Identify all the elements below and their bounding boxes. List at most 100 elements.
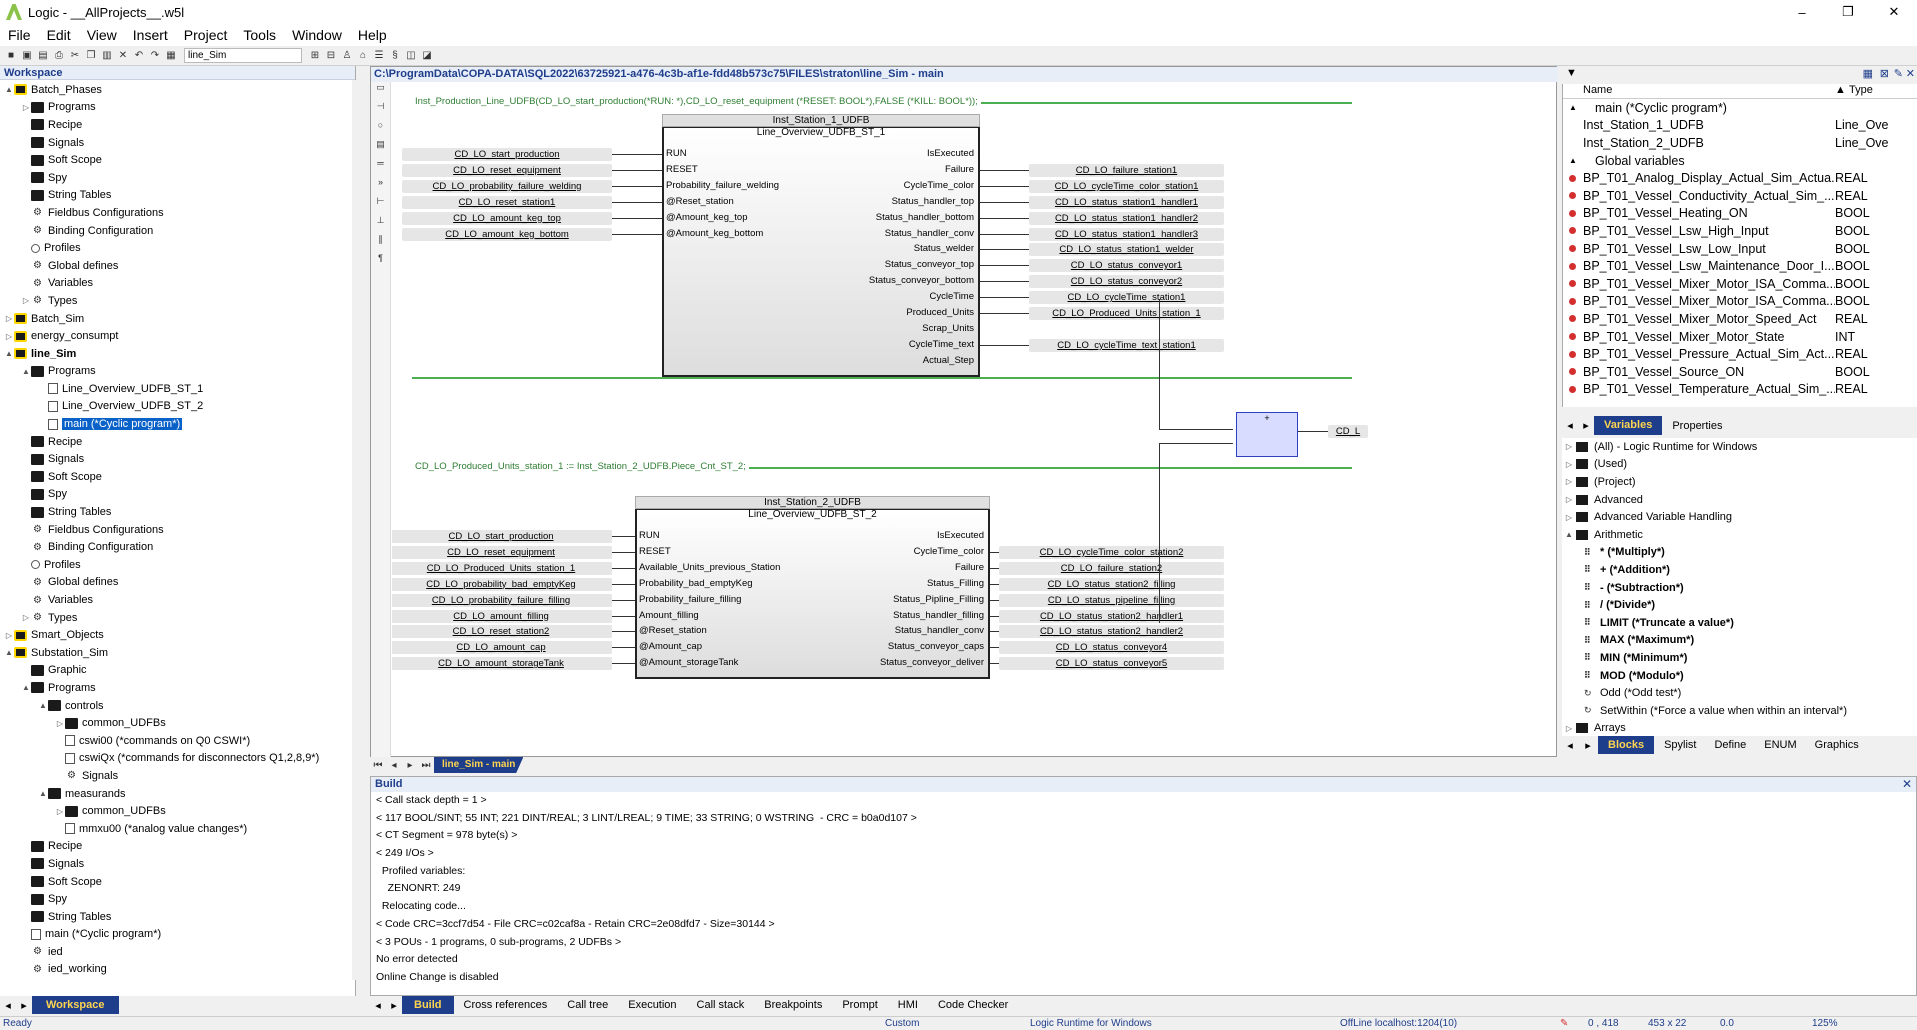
close-build-icon[interactable]: ✕: [1902, 777, 1912, 791]
library-item[interactable]: ▷ (All) - Logic Runtime for Windows: [1562, 438, 1917, 456]
variable-row[interactable]: BP_T01_Vessel_Mixer_Motor_Speed_Act REAL: [1563, 310, 1917, 328]
tab-breakpoints[interactable]: Breakpoints: [754, 999, 832, 1011]
variable-row[interactable]: Inst_Station_2_UDFB Line_Ove: [1563, 134, 1917, 152]
close-button[interactable]: ✕: [1871, 0, 1917, 24]
input-variable[interactable]: CD_LO_Produced_Units_station_1: [392, 561, 612, 575]
variable-row[interactable]: ▲ main (*Cyclic program*): [1563, 99, 1917, 117]
tree-item[interactable]: ⚙ Signals: [0, 767, 352, 785]
tree-item[interactable]: ⚙ ied: [0, 943, 352, 961]
input-variable[interactable]: CD_LO_probability_failure_welding: [402, 179, 612, 193]
library-item[interactable]: ▲ Arithmetic: [1562, 526, 1917, 544]
tab-hmi[interactable]: HMI: [888, 999, 928, 1011]
col-name[interactable]: Name: [1563, 84, 1835, 98]
input-pin[interactable]: @Amount_keg_bottom: [666, 228, 763, 239]
output-pin[interactable]: Status_handler_conv: [895, 625, 984, 636]
last-tab-icon[interactable]: ⏭: [418, 760, 434, 771]
output-variable[interactable]: CD_LO_failure_station2: [999, 561, 1224, 575]
tree-item[interactable]: ⚙ Binding Configuration: [0, 222, 352, 240]
output-variable[interactable]: CD_LO_status_station2_handler2: [999, 625, 1224, 639]
variable-row[interactable]: BP_T01_Analog_Display_Actual_Sim_Actua..…: [1563, 169, 1917, 187]
rung-3-statement[interactable]: CD_LO_Produced_Units_station_1 := Inst_S…: [412, 461, 749, 472]
library-item[interactable]: ⠿ MOD (*Modulo*): [1562, 667, 1917, 685]
library-item[interactable]: ▷ Advanced: [1562, 491, 1917, 509]
parallel-tool-icon[interactable]: ∥: [371, 234, 390, 253]
tree-item[interactable]: ⚙ ied_working: [0, 961, 352, 979]
output-pin[interactable]: CycleTime_color: [904, 180, 974, 191]
expand-toggle-icon[interactable]: ▲: [38, 701, 48, 710]
output-variable[interactable]: CD_LO_status_conveyor5: [999, 657, 1224, 671]
expand-toggle-icon[interactable]: ▷: [1562, 477, 1576, 486]
tree-item[interactable]: Soft Scope: [0, 873, 352, 891]
input-variable[interactable]: CD_LO_reset_station2: [392, 625, 612, 639]
input-variable[interactable]: CD_LO_reset_equipment: [392, 545, 612, 559]
expand-toggle-icon[interactable]: ▷: [4, 332, 14, 341]
output-variable[interactable]: CD_LO_status_station1_handler3: [1029, 227, 1224, 241]
prev-icon[interactable]: ◂: [1562, 739, 1578, 752]
input-pin[interactable]: Probability_failure_filling: [639, 594, 741, 605]
prev-icon[interactable]: ◂: [1562, 419, 1578, 432]
output-pin[interactable]: CycleTime_text: [909, 339, 974, 350]
output-variable[interactable]: CD_LO_status_station2_handler1: [999, 609, 1224, 623]
prev-icon[interactable]: ◂: [0, 999, 16, 1012]
output-variable[interactable]: CD_LO_status_station2_filling: [999, 577, 1224, 591]
output-pin[interactable]: CycleTime: [929, 291, 974, 302]
redo-icon[interactable]: ↷: [148, 49, 162, 63]
output-pin[interactable]: Status_conveyor_caps: [888, 641, 984, 652]
output-pin[interactable]: Status_handler_top: [892, 196, 974, 207]
output-pin[interactable]: Scrap_Units: [922, 323, 974, 334]
tree-item[interactable]: ▲ Substation_Sim: [0, 644, 352, 662]
sort-icon[interactable]: ▲: [1835, 84, 1846, 98]
menu-window[interactable]: Window: [284, 27, 350, 43]
expand-toggle-icon[interactable]: ▷: [1562, 442, 1576, 451]
input-variable[interactable]: CD_LO_amount_keg_bottom: [402, 227, 612, 241]
prev-tab-icon[interactable]: ◂: [386, 760, 402, 771]
menu-edit[interactable]: Edit: [39, 27, 79, 43]
block-tool-icon[interactable]: ▤: [371, 139, 390, 158]
variable-row[interactable]: Inst_Station_1_UDFB Line_Ove: [1563, 117, 1917, 135]
edit-icon[interactable]: ✎: [1894, 67, 1903, 80]
expand-toggle-icon[interactable]: ▲: [4, 85, 14, 94]
tree-item[interactable]: ▷ ⚙ Types: [0, 609, 352, 627]
var-tool-icon[interactable]: ⊥: [371, 215, 390, 234]
expand-toggle-icon[interactable]: ▲: [1569, 103, 1577, 112]
output-variable[interactable]: CD_LO_cycleTime_station1: [1029, 291, 1224, 305]
defines-icon[interactable]: §: [388, 49, 402, 63]
tree-item[interactable]: Recipe: [0, 116, 352, 134]
list-icon[interactable]: ☰: [372, 49, 386, 63]
library-item[interactable]: ⠿ - (*Subtraction*): [1562, 579, 1917, 597]
tree-item[interactable]: String Tables: [0, 908, 352, 926]
first-tab-icon[interactable]: ⏮: [370, 760, 386, 771]
variable-row[interactable]: BP_T01_Vessel_Conductivity_Actual_Sim_..…: [1563, 187, 1917, 205]
library-item[interactable]: ⠿ / (*Divide*): [1562, 596, 1917, 614]
input-variable[interactable]: CD_LO_probability_bad_emptyKeg: [392, 577, 612, 591]
tree-item[interactable]: ▲ Programs: [0, 363, 352, 381]
menu-project[interactable]: Project: [176, 27, 236, 43]
tree-item[interactable]: ▲ Programs: [0, 679, 352, 697]
output-pin[interactable]: CycleTime_color: [914, 546, 984, 557]
output-variable[interactable]: CD_LO_status_conveyor4: [999, 641, 1224, 655]
output-pin[interactable]: IsExecuted: [927, 148, 974, 159]
prev-icon[interactable]: ◂: [370, 999, 386, 1012]
library-item[interactable]: ⠿ MAX (*Maximum*): [1562, 632, 1917, 650]
output-pin[interactable]: IsExecuted: [937, 530, 984, 541]
variable-row[interactable]: BP_T01_Vessel_Mixer_Motor_State INT: [1563, 328, 1917, 346]
cut-icon[interactable]: ✂: [68, 49, 82, 63]
output-variable[interactable]: CD_LO_cycleTime_text_station1: [1029, 338, 1224, 352]
menu-view[interactable]: View: [79, 27, 125, 43]
expand-toggle-icon[interactable]: ▷: [55, 807, 65, 816]
input-pin[interactable]: RUN: [666, 148, 687, 159]
tab-variables[interactable]: Variables: [1594, 416, 1663, 435]
minimize-button[interactable]: –: [1779, 0, 1825, 24]
maximize-button[interactable]: ❐: [1825, 0, 1871, 24]
output-pin[interactable]: Status_handler_conv: [885, 228, 974, 239]
tree-item[interactable]: ▲ measurands: [0, 785, 352, 803]
tree-icon[interactable]: ⊞: [308, 49, 322, 63]
output-pin[interactable]: Failure: [955, 562, 984, 573]
expand-toggle-icon[interactable]: ▲: [21, 683, 31, 692]
expand-toggle-icon[interactable]: ▲: [38, 789, 48, 798]
input-pin[interactable]: @Amount_storageTank: [639, 657, 738, 668]
tree-item[interactable]: ⚙ Global defines: [0, 574, 352, 592]
next-tab-icon[interactable]: ▸: [402, 760, 418, 771]
expand-toggle-icon[interactable]: ▲: [21, 367, 31, 376]
library-item[interactable]: ⠿ + (*Addition*): [1562, 561, 1917, 579]
